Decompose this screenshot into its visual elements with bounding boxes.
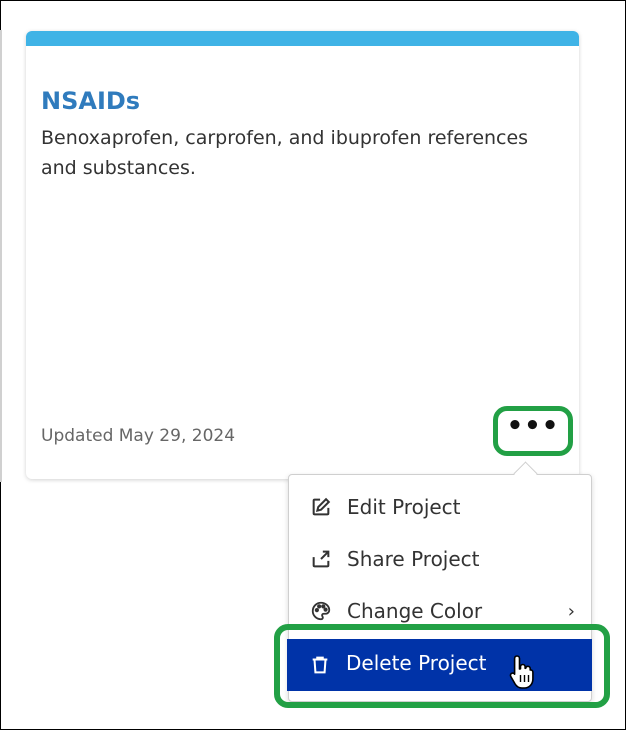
menu-item-label: Edit Project xyxy=(347,495,461,519)
menu-item-label: Delete Project xyxy=(346,651,487,675)
menu-item-edit-project[interactable]: Edit Project xyxy=(289,483,591,531)
card-color-bar xyxy=(26,31,579,46)
menu-item-share-project[interactable]: Share Project xyxy=(289,535,591,583)
more-horizontal-icon: ••• xyxy=(506,411,560,441)
menu-item-delete-project[interactable]: Delete Project xyxy=(287,639,592,691)
menu-item-label: Change Color xyxy=(347,599,483,623)
chevron-right-icon: › xyxy=(567,600,575,622)
edit-icon xyxy=(309,495,333,519)
more-options-button[interactable]: ••• xyxy=(493,406,573,456)
share-icon xyxy=(309,547,333,571)
project-description: Benoxaprofen, carprofen, and ibuprofen r… xyxy=(41,127,529,179)
updated-date: Updated May 29, 2024 xyxy=(41,426,236,446)
left-column-edge xyxy=(0,30,2,482)
trash-icon xyxy=(309,653,333,677)
project-title[interactable]: NSAIDs xyxy=(41,87,140,115)
pointer-hand-icon xyxy=(508,654,538,690)
palette-icon xyxy=(309,599,333,623)
menu-item-label: Share Project xyxy=(347,547,480,571)
